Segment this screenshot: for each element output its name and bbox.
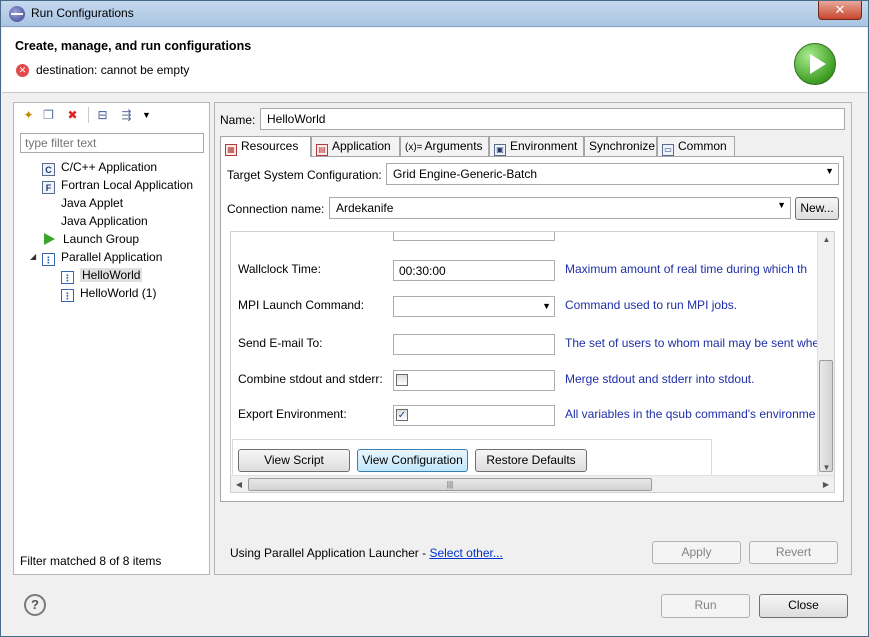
run-button[interactable]: Run xyxy=(661,594,750,618)
mpi-launch-command-label: MPI Launch Command: xyxy=(238,298,365,312)
export-environment-checkbox[interactable]: ✓ xyxy=(396,409,408,421)
tab-synchronize[interactable]: Synchronize xyxy=(584,136,657,156)
resources-tab-content: Target System Configuration: Grid Engine… xyxy=(220,156,844,502)
scroll-left-icon[interactable]: ◀ xyxy=(231,476,247,492)
tab-environment[interactable]: ▣ Environment xyxy=(489,136,584,156)
c-app-icon: C xyxy=(42,163,55,176)
new-connection-button[interactable]: New... xyxy=(795,197,839,220)
wallclock-time-description: Maximum amount of real time during which… xyxy=(565,262,808,276)
name-input[interactable]: HelloWorld xyxy=(260,108,845,130)
application-icon: ▤ xyxy=(316,144,328,156)
filter-status: Filter matched 8 of 8 items xyxy=(20,554,162,568)
vertical-scroll-thumb[interactable] xyxy=(819,360,833,472)
send-email-input[interactable] xyxy=(393,334,555,355)
delete-icon[interactable]: ✖ xyxy=(64,107,81,123)
configuration-editor-panel: Name: HelloWorld ▦ Resources ▤ Application… xyxy=(214,102,852,575)
configuration-tree-panel: ✦ ❐ ✖ ⊟ ⇶ ▼ CC/C++ Application FFortran … xyxy=(13,102,210,575)
revert-button[interactable]: Revert xyxy=(749,541,838,564)
view-configuration-button[interactable]: View Configuration xyxy=(357,449,468,472)
window-close-button[interactable]: ✕ xyxy=(818,1,862,20)
tab-arguments[interactable]: (x)= Arguments xyxy=(400,136,489,156)
partial-field xyxy=(393,232,555,241)
window-title: Run Configurations xyxy=(31,6,134,20)
run-banner-icon xyxy=(794,43,836,85)
parallel-app-icon: ⋮ xyxy=(42,253,55,266)
send-email-label: Send E-mail To: xyxy=(238,336,323,350)
horizontal-scroll-thumb[interactable]: ||| xyxy=(248,478,652,491)
dropdown-icon[interactable]: ▼ xyxy=(138,107,155,123)
target-system-select[interactable]: Grid Engine-Generic-Batch ▼ xyxy=(386,163,839,185)
error-message: destination: cannot be empty xyxy=(36,63,190,77)
run-configurations-dialog: Run Configurations ✕ Create, manage, and… xyxy=(0,0,869,637)
tab-resources[interactable]: ▦ Resources xyxy=(220,136,311,157)
parallel-config-icon: ⋮ xyxy=(61,289,74,302)
send-email-description: The set of users to whom mail may be sen… xyxy=(565,336,820,350)
script-buttons-group: View Script View Configuration Restore D… xyxy=(232,439,712,479)
select-other-link[interactable]: Select other... xyxy=(429,546,502,560)
apply-button[interactable]: Apply xyxy=(652,541,741,564)
tree-item-helloworld[interactable]: ⋮ HelloWorld xyxy=(61,266,143,284)
header-title: Create, manage, and run configurations xyxy=(15,39,252,53)
combine-stdout-checkbox[interactable] xyxy=(396,374,408,386)
vertical-scrollbar[interactable]: ▲ ▼ xyxy=(817,232,834,476)
tree-toolbar: ✦ ❐ ✖ ⊟ ⇶ ▼ xyxy=(14,103,209,128)
mpi-launch-command-description: Command used to run MPI jobs. xyxy=(565,298,738,312)
export-environment-field: ✓ xyxy=(393,405,555,426)
tree-item-java-applet[interactable]: Java Applet xyxy=(61,194,123,212)
help-icon[interactable]: ? xyxy=(24,594,46,616)
horizontal-scrollbar[interactable]: ◀ ||| ▶ xyxy=(231,475,834,492)
view-script-button[interactable]: View Script xyxy=(238,449,350,472)
dialog-header: Create, manage, and run configurations ✕… xyxy=(2,28,867,93)
combine-stdout-label: Combine stdout and stderr: xyxy=(238,372,383,386)
launch-group-icon xyxy=(44,233,55,245)
duplicate-icon[interactable]: ❐ xyxy=(40,107,57,123)
filter-input[interactable] xyxy=(20,133,204,153)
tree-item-launch-group[interactable]: Launch Group xyxy=(44,230,139,248)
fortran-app-icon: F xyxy=(42,181,55,194)
parallel-config-icon: ⋮ xyxy=(61,271,74,284)
scroll-right-icon[interactable]: ▶ xyxy=(818,476,834,492)
error-icon: ✕ xyxy=(16,64,29,77)
combine-stdout-field xyxy=(393,370,555,391)
tree-item-fortran-application[interactable]: F Fortran Local Application xyxy=(42,176,193,194)
connection-name-label: Connection name: xyxy=(227,202,325,216)
scroll-up-icon[interactable]: ▲ xyxy=(818,232,834,248)
resources-icon: ▦ xyxy=(225,144,237,156)
name-label: Name: xyxy=(220,113,256,127)
eclipse-icon xyxy=(9,6,25,22)
tree-item-helloworld-1[interactable]: ⋮ HelloWorld (1) xyxy=(61,284,156,302)
export-environment-description: All variables in the qsub command's envi… xyxy=(565,407,816,421)
connection-name-select[interactable]: Ardekanife ▼ xyxy=(329,197,791,219)
export-environment-label: Export Environment: xyxy=(238,407,347,421)
tree-item-cpp-application[interactable]: C C/C++ Application xyxy=(42,158,157,176)
combine-stdout-description: Merge stdout and stderr into stdout. xyxy=(565,372,755,386)
tab-common[interactable]: ▭ Common xyxy=(657,136,735,156)
tab-application[interactable]: ▤ Application xyxy=(311,136,400,156)
environment-icon: ▣ xyxy=(494,144,506,156)
filter-icon[interactable]: ⇶ xyxy=(118,107,135,123)
collapse-all-icon[interactable]: ⊟ xyxy=(94,107,111,123)
mpi-launch-command-select[interactable]: ▼ xyxy=(393,296,555,317)
arguments-icon: (x)= xyxy=(405,142,423,153)
new-configuration-icon[interactable]: ✦ xyxy=(20,107,37,123)
chevron-down-icon: ▼ xyxy=(542,301,551,311)
wallclock-time-input[interactable]: 00:30:00 xyxy=(393,260,555,281)
title-bar: Run Configurations ✕ xyxy=(1,1,868,27)
restore-defaults-button[interactable]: Restore Defaults xyxy=(475,449,587,472)
chevron-down-icon: ▼ xyxy=(825,166,834,176)
target-system-label: Target System Configuration: xyxy=(227,168,382,182)
collapse-arrow-icon[interactable]: ◢ xyxy=(30,252,36,261)
resource-settings-scroll-area: Wallclock Time: 00:30:00 Maximum amount … xyxy=(230,231,835,493)
common-icon: ▭ xyxy=(662,144,674,156)
chevron-down-icon: ▼ xyxy=(777,200,786,210)
tree-item-java-application[interactable]: Java Application xyxy=(61,212,148,230)
wallclock-time-label: Wallclock Time: xyxy=(238,262,321,276)
close-button[interactable]: Close xyxy=(759,594,848,618)
toolbar-separator xyxy=(88,107,89,123)
tree-item-parallel-application[interactable]: ⋮ Parallel Application xyxy=(42,248,162,266)
launcher-info: Using Parallel Application Launcher - Se… xyxy=(230,546,503,560)
scroll-down-icon[interactable]: ▼ xyxy=(818,460,834,476)
